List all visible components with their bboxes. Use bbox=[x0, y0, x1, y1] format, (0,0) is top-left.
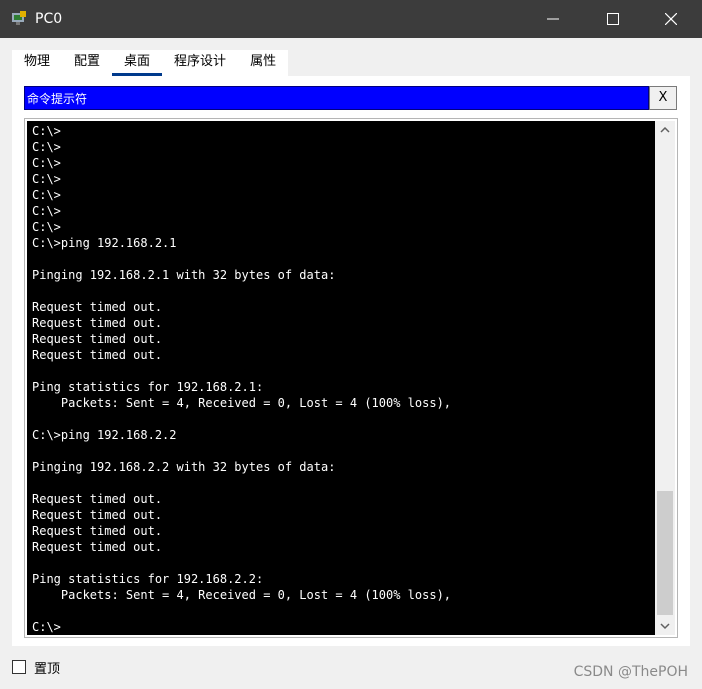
maximize-button[interactable] bbox=[590, 0, 636, 38]
packet-tracer-pc-icon bbox=[10, 10, 28, 28]
terminal-line: C:\> bbox=[32, 140, 61, 154]
scroll-up-button[interactable] bbox=[655, 121, 675, 139]
always-on-top-label: 置顶 bbox=[34, 661, 61, 677]
window-title: PC0 bbox=[35, 11, 63, 27]
terminal-line: Packets: Sent = 4, Received = 0, Lost = … bbox=[32, 588, 452, 602]
close-button[interactable] bbox=[648, 0, 694, 38]
terminal-line: Pinging 192.168.2.1 with 32 bytes of dat… bbox=[32, 268, 336, 282]
window-client-area: 物理 配置 桌面 程序设计 属性 命令提示符 X C:\> C:\> C:\> C:\… bbox=[0, 38, 702, 689]
terminal-line: Request timed out. bbox=[32, 348, 163, 362]
terminal-line: C:\> bbox=[32, 156, 61, 170]
close-icon bbox=[665, 13, 677, 25]
terminal-line: Ping statistics for 192.168.2.1: bbox=[32, 380, 264, 394]
terminal-line: C:\> bbox=[32, 188, 61, 202]
terminal-line: C:\> bbox=[32, 172, 61, 186]
terminal-line: C:\> bbox=[32, 204, 61, 218]
maximize-icon bbox=[607, 13, 619, 25]
tab-attributes[interactable]: 属性 bbox=[238, 50, 288, 76]
chevron-down-icon bbox=[660, 623, 670, 630]
terminal-line: Request timed out. bbox=[32, 524, 163, 538]
tab-physical[interactable]: 物理 bbox=[12, 50, 62, 76]
terminal-lines: C:\> C:\> C:\> C:\> C:\> C:\> C:\> C:\> C:\>ping… bbox=[32, 121, 652, 635]
minimize-icon bbox=[547, 18, 559, 20]
terminal-frame: C:\> C:\> C:\> C:\> C:\> C:\> C:\> C:\> C:\>ping… bbox=[24, 118, 678, 638]
terminal-line: Request timed out. bbox=[32, 508, 163, 522]
scroll-down-button[interactable] bbox=[655, 617, 675, 635]
terminal-line: C:\>ping 192.168.2.1 bbox=[32, 236, 177, 250]
minimize-button[interactable] bbox=[530, 0, 576, 38]
terminal-scrollbar[interactable] bbox=[655, 121, 675, 635]
window-titlebar[interactable]: PC0 bbox=[0, 0, 702, 38]
terminal-line: Request timed out. bbox=[32, 300, 163, 314]
terminal-line: Packets: Sent = 4, Received = 0, Lost = … bbox=[32, 396, 452, 410]
terminal-line: C:\> bbox=[32, 124, 61, 138]
command-prompt-close-button[interactable]: X bbox=[649, 86, 677, 110]
terminal-line: C:\> bbox=[32, 220, 61, 234]
terminal-line: Request timed out. bbox=[32, 316, 163, 330]
tab-config[interactable]: 配置 bbox=[62, 50, 112, 76]
terminal-line: Request timed out. bbox=[32, 332, 163, 346]
scroll-thumb[interactable] bbox=[657, 491, 673, 615]
terminal-line: Request timed out. bbox=[32, 492, 163, 506]
tab-desktop[interactable]: 桌面 bbox=[112, 50, 163, 76]
desktop-panel: 命令提示符 X C:\> C:\> C:\> C:\> C:\> C:\> C:\> C:\>… bbox=[12, 76, 690, 646]
watermark: CSDN @ThePOH bbox=[573, 664, 688, 680]
command-prompt-title: 命令提示符 bbox=[24, 86, 649, 110]
terminal-line: C:\> bbox=[32, 620, 61, 634]
terminal-line: Request timed out. bbox=[32, 540, 163, 554]
always-on-top-option[interactable]: 置顶 bbox=[12, 658, 61, 677]
chevron-up-icon bbox=[660, 126, 670, 133]
terminal-line: Pinging 192.168.2.2 with 32 bytes of dat… bbox=[32, 460, 336, 474]
terminal-output[interactable]: C:\> C:\> C:\> C:\> C:\> C:\> C:\> C:\> C:\>ping… bbox=[27, 121, 655, 635]
tab-programming[interactable]: 程序设计 bbox=[162, 50, 238, 76]
terminal-line: C:\>ping 192.168.2.2 bbox=[32, 428, 177, 442]
terminal-line: Ping statistics for 192.168.2.2: bbox=[32, 572, 264, 586]
always-on-top-checkbox[interactable] bbox=[12, 660, 26, 674]
tab-bar: 物理 配置 桌面 程序设计 属性 bbox=[12, 50, 288, 76]
